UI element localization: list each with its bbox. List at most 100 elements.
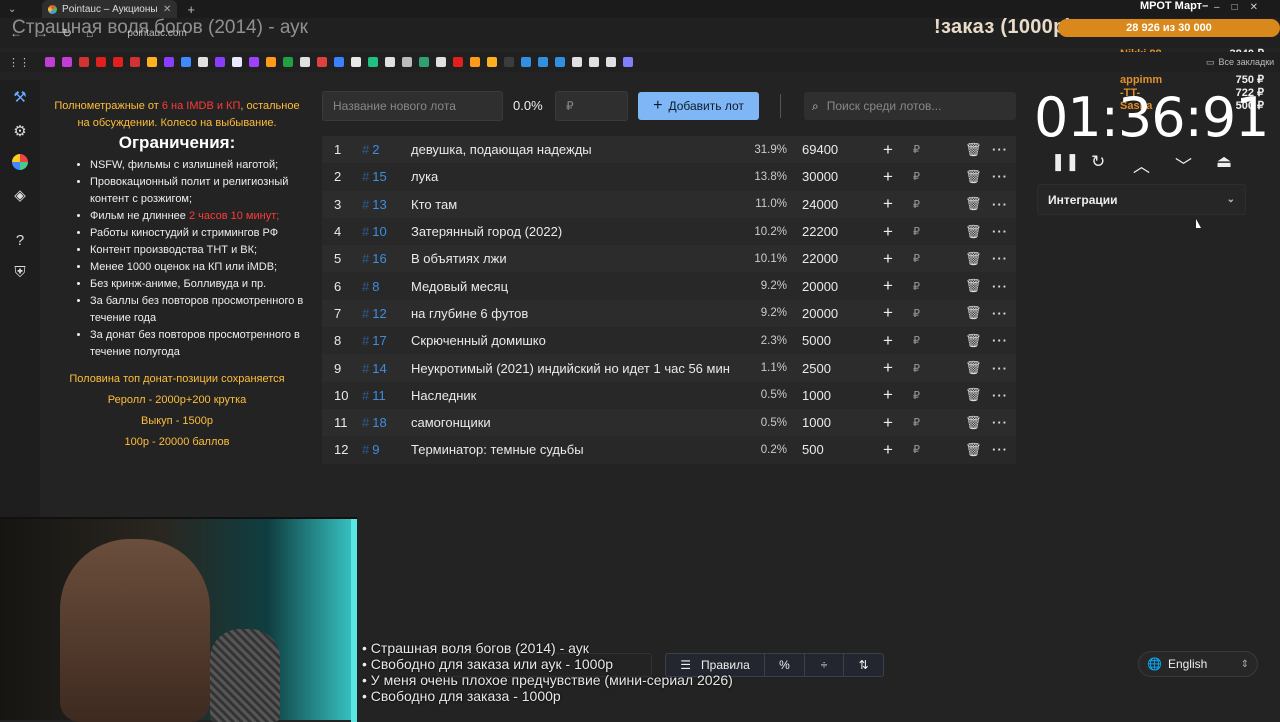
ruble-input-icon[interactable]: ₽ — [913, 443, 920, 456]
more-options-icon[interactable]: ··· — [992, 142, 1008, 157]
add-amount-icon[interactable]: + — [883, 303, 893, 323]
bookmark-favicon-icon[interactable] — [45, 57, 55, 67]
timer-down-icon[interactable]: ﹀ — [1175, 152, 1192, 177]
sort-toggle[interactable]: ⇅ — [844, 654, 883, 676]
reset-timer-icon[interactable]: ↻ — [1091, 152, 1105, 172]
delete-lot-icon[interactable]: 🗑 — [965, 305, 982, 321]
lot-amount[interactable]: 1000 — [802, 415, 831, 430]
bookmark-favicon-icon[interactable] — [368, 57, 378, 67]
help-icon[interactable]: ? — [10, 232, 30, 252]
bookmark-favicon-icon[interactable] — [402, 57, 412, 67]
lot-amount[interactable]: 5000 — [802, 333, 831, 348]
more-options-icon[interactable]: ··· — [992, 361, 1008, 376]
bookmark-favicon-icon[interactable] — [589, 57, 599, 67]
bookmark-favicon-icon[interactable] — [538, 57, 548, 67]
ruble-input-icon[interactable]: ₽ — [913, 198, 920, 211]
ruble-input-icon[interactable]: ₽ — [913, 416, 920, 429]
bookmark-favicon-icon[interactable] — [487, 57, 497, 67]
add-amount-icon[interactable]: + — [883, 440, 893, 460]
lot-amount[interactable]: 500 — [802, 442, 824, 457]
add-amount-icon[interactable]: + — [883, 249, 893, 269]
delete-lot-icon[interactable]: 🗑 — [965, 360, 982, 376]
bookmark-favicon-icon[interactable] — [419, 57, 429, 67]
new-tab-icon[interactable]: + — [187, 2, 195, 17]
auction-hammer-icon[interactable]: ⚒ — [10, 88, 30, 108]
pause-button[interactable]: ❚❚ — [1051, 152, 1080, 172]
bookmark-favicon-icon[interactable] — [334, 57, 344, 67]
timer-up-icon[interactable]: ︿ — [1133, 152, 1150, 177]
delete-lot-icon[interactable]: 🗑 — [965, 333, 982, 349]
bookmark-favicon-icon[interactable] — [453, 57, 463, 67]
more-options-icon[interactable]: ··· — [992, 333, 1008, 348]
delete-lot-icon[interactable]: 🗑 — [965, 415, 982, 431]
lot-amount[interactable]: 22000 — [802, 251, 838, 266]
lot-amount[interactable]: 22200 — [802, 224, 838, 239]
bookmark-favicon-icon[interactable] — [470, 57, 480, 67]
close-tab-icon[interactable]: ✕ — [163, 4, 171, 15]
bookmark-favicon-icon[interactable] — [147, 57, 157, 67]
delete-lot-icon[interactable]: 🗑 — [965, 142, 982, 158]
more-options-icon[interactable]: ··· — [992, 251, 1008, 266]
add-amount-icon[interactable]: + — [883, 358, 893, 378]
tab-list-chevron-icon[interactable]: ⌄ — [8, 4, 16, 15]
bookmark-favicon-icon[interactable] — [96, 57, 106, 67]
add-amount-icon[interactable]: + — [883, 222, 893, 242]
bookmark-favicon-icon[interactable] — [181, 57, 191, 67]
bookmark-favicon-icon[interactable] — [385, 57, 395, 67]
bookmark-favicon-icon[interactable] — [266, 57, 276, 67]
bookmark-favicon-icon[interactable] — [164, 57, 174, 67]
lot-name[interactable]: Неукротимый (2021) индийский но идет 1 ч… — [411, 361, 741, 376]
lot-name[interactable]: лука — [411, 169, 741, 184]
lot-amount[interactable]: 20000 — [802, 306, 838, 321]
delete-lot-icon[interactable]: 🗑 — [965, 224, 982, 240]
bookmark-favicon-icon[interactable] — [436, 57, 446, 67]
lot-name[interactable]: Скрюченный домишко — [411, 333, 741, 348]
lot-name[interactable]: Затерянный город (2022) — [411, 224, 741, 239]
settings-gear-icon[interactable]: ⚙ — [10, 122, 30, 142]
percent-toggle[interactable]: % — [765, 654, 805, 676]
bookmark-favicon-icon[interactable] — [606, 57, 616, 67]
ruble-input-icon[interactable]: ₽ — [913, 170, 920, 183]
add-amount-icon[interactable]: + — [883, 276, 893, 296]
more-options-icon[interactable]: ··· — [992, 442, 1008, 457]
more-options-icon[interactable]: ··· — [992, 169, 1008, 184]
ruble-input-icon[interactable]: ₽ — [913, 389, 920, 402]
bookmark-favicon-icon[interactable] — [215, 57, 225, 67]
add-lot-button[interactable]: + Добавить лот — [638, 92, 759, 120]
delete-lot-icon[interactable]: 🗑 — [965, 169, 982, 185]
bookmark-favicon-icon[interactable] — [130, 57, 140, 67]
delete-lot-icon[interactable]: 🗑 — [965, 387, 982, 403]
lot-search-input[interactable]: ⌕ Поиск среди лотов... — [804, 92, 1016, 120]
lot-name[interactable]: Медовый месяц — [411, 279, 741, 294]
wheel-icon[interactable] — [10, 154, 30, 174]
new-lot-name-input[interactable]: Название нового лота — [322, 91, 503, 121]
ruble-input-icon[interactable]: ₽ — [913, 252, 920, 265]
all-bookmarks-link[interactable]: ▭ Все закладки — [1206, 57, 1274, 68]
lot-amount[interactable]: 20000 — [802, 279, 838, 294]
integrations-accordion[interactable]: Интеграции ⌄ — [1037, 184, 1246, 215]
new-lot-amount-input[interactable]: ₽ — [555, 91, 628, 121]
lot-name[interactable]: Наследник — [411, 388, 741, 403]
bookmark-favicon-icon[interactable] — [572, 57, 582, 67]
lot-amount[interactable]: 30000 — [802, 169, 838, 184]
bookmark-favicon-icon[interactable] — [555, 57, 565, 67]
language-select[interactable]: 🌐 English ⇕ — [1138, 651, 1258, 677]
more-options-icon[interactable]: ··· — [992, 415, 1008, 430]
delete-lot-icon[interactable]: 🗑 — [965, 196, 982, 212]
more-options-icon[interactable]: ··· — [992, 279, 1008, 294]
bookmark-favicon-icon[interactable] — [317, 57, 327, 67]
browser-tab[interactable]: Pointauc – Аукционы, лотереи ✕ — [42, 0, 178, 18]
lot-name[interactable]: Терминатор: темные судьбы — [411, 442, 741, 457]
add-amount-icon[interactable]: + — [883, 413, 893, 433]
window-controls[interactable]: –□✕ — [1214, 2, 1270, 13]
more-options-icon[interactable]: ··· — [992, 388, 1008, 403]
ruble-input-icon[interactable]: ₽ — [913, 307, 920, 320]
bookmark-favicon-icon[interactable] — [79, 57, 89, 67]
delete-lot-icon[interactable]: 🗑 — [965, 251, 982, 267]
delete-lot-icon[interactable]: 🗑 — [965, 278, 982, 294]
add-amount-icon[interactable]: + — [883, 331, 893, 351]
bookmark-favicon-icon[interactable] — [300, 57, 310, 67]
lot-name[interactable]: В объятиях лжи — [411, 251, 741, 266]
ruble-input-icon[interactable]: ₽ — [913, 225, 920, 238]
ruble-input-icon[interactable]: ₽ — [913, 143, 920, 156]
